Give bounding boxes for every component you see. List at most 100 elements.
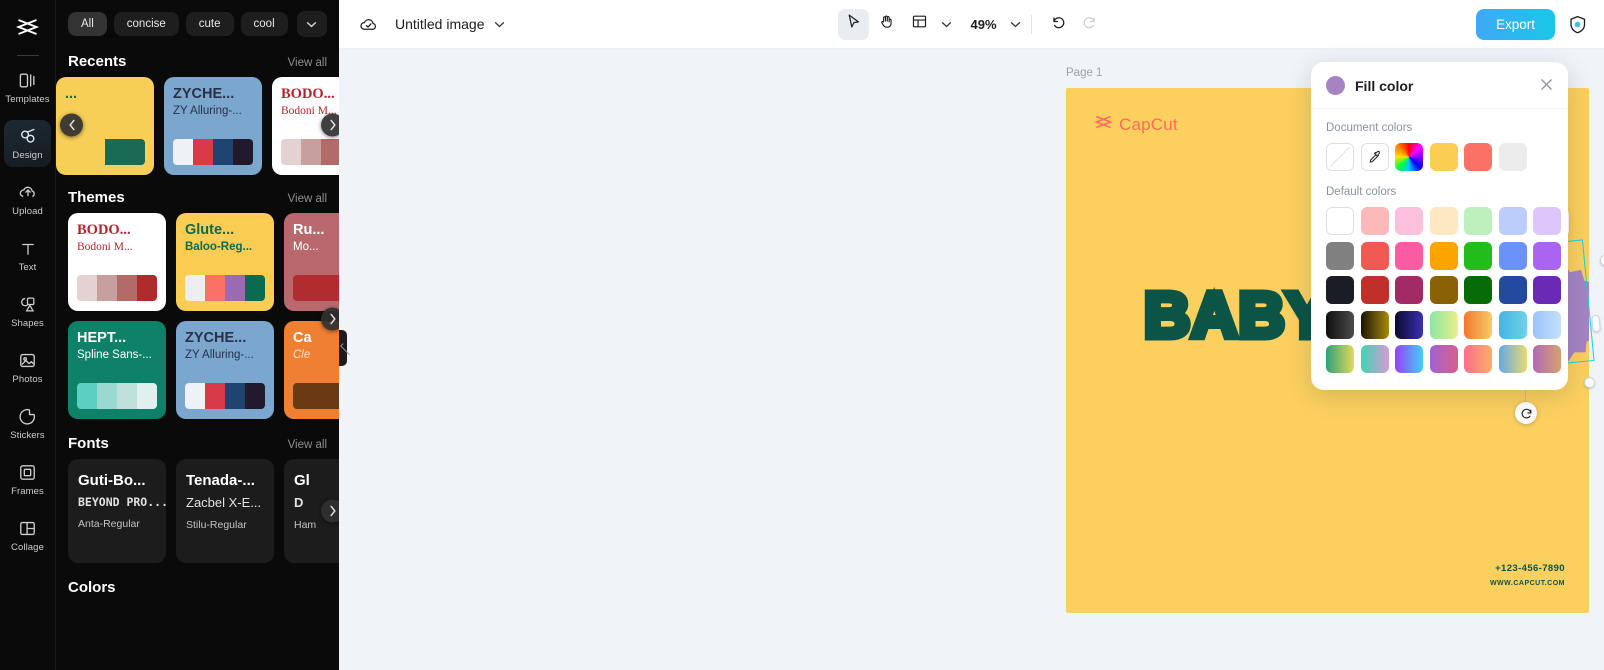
font-card-line3: Anta-Regular [78,518,140,530]
color-swatch[interactable] [1429,241,1458,270]
color-swatch[interactable] [1498,241,1527,270]
color-swatch[interactable] [1464,276,1492,304]
recents-view-all-link[interactable]: View all [288,57,327,69]
shield-icon[interactable] [1567,14,1588,35]
gradient-swatch[interactable] [1429,345,1458,373]
selection-handle-top-right[interactable] [1600,255,1604,266]
chevron-right-icon[interactable] [321,307,339,331]
yellow-swatch[interactable] [1429,143,1458,171]
gradient-swatch[interactable] [1360,345,1389,373]
color-swatch[interactable] [1360,276,1389,304]
theme-card[interactable]: HEPT... Spline Sans-... [68,321,166,419]
recent-card[interactable]: ZYCHE... ZY Alluring-... [164,77,262,175]
chevron-left-icon[interactable] [60,113,83,137]
sidebar-item-frames[interactable]: Frames [4,456,51,503]
color-swatch[interactable] [1533,207,1561,235]
rotate-icon[interactable] [1515,402,1537,424]
gradient-swatch[interactable] [1395,310,1423,339]
chevron-down-icon[interactable] [940,21,951,28]
chevron-down-icon[interactable] [296,11,327,37]
hand-tool-button[interactable] [870,9,901,40]
color-swatch[interactable] [1395,241,1423,270]
close-icon[interactable] [1540,78,1553,94]
color-swatch[interactable] [1429,276,1458,304]
font-card[interactable]: Guti-Bo... BEYOND PRO... Anta-Regular [68,459,166,563]
gradient-swatch[interactable] [1464,345,1492,373]
color-swatch[interactable] [1395,207,1423,235]
sidebar-item-upload[interactable]: Upload [4,176,51,223]
gradient-swatch[interactable] [1533,310,1561,339]
font-card[interactable]: Tenada-... Zacbel X-E... Stilu-Regular [176,459,274,563]
color-swatch[interactable] [1533,241,1561,270]
color-swatch[interactable] [1429,207,1458,235]
chevron-right-icon[interactable] [321,113,339,137]
fonts-view-all-link[interactable]: View all [288,439,327,451]
redo-button[interactable] [1075,9,1106,40]
gradient-swatch[interactable] [1533,345,1561,373]
undo-button[interactable] [1042,9,1073,40]
selection-handle-bottom-right[interactable] [1584,377,1595,388]
chip-cool[interactable]: cool [240,12,288,36]
gradient-swatch[interactable] [1429,310,1458,339]
gradient-swatch[interactable] [1464,310,1492,339]
color-swatch[interactable] [1464,241,1492,270]
card-subtitle: Spline Sans-... [77,349,152,362]
theme-card[interactable]: Ru... Mo... [284,213,339,311]
cloud-saved-icon[interactable] [355,11,381,37]
color-wheel-swatch[interactable] [1395,143,1423,171]
sidebar-item-design[interactable]: Design [4,120,51,167]
app-root: Templates Design Upload Text Shapes Phot… [0,0,1604,670]
gradient-swatch[interactable] [1360,310,1389,339]
sidebar-item-photos[interactable]: Photos [4,344,51,391]
coral-swatch[interactable] [1464,143,1492,171]
color-swatch[interactable] [1360,207,1389,235]
color-swatch[interactable] [1464,207,1492,235]
chevron-down-icon[interactable] [494,21,505,28]
gradient-swatch[interactable] [1326,345,1354,373]
selection-handle-right-center[interactable] [1591,314,1601,333]
zoom-level-value[interactable]: 49% [963,17,1003,32]
color-swatch[interactable] [1326,276,1354,304]
sidebar-item-stickers[interactable]: Stickers [4,400,51,447]
sidebar-item-text[interactable]: Text [4,232,51,279]
gradient-swatch[interactable] [1498,310,1527,339]
chip-all[interactable]: All [68,12,107,36]
panel-collapse-icon[interactable] [339,330,347,366]
card-title: ZYCHE... [173,87,235,102]
sidebar-item-collage[interactable]: Collage [4,512,51,559]
theme-card[interactable]: Glute... Baloo-Reg... [176,213,274,311]
light-gray-swatch[interactable] [1498,143,1527,171]
gradient-swatch[interactable] [1498,345,1527,373]
sidebar-item-label: Text [18,261,37,273]
color-swatch[interactable] [1498,276,1527,304]
sidebar-item-shapes[interactable]: Shapes [4,288,51,335]
select-tool-button[interactable] [837,8,869,40]
left-icon-rail: Templates Design Upload Text Shapes Phot… [0,0,55,670]
gradient-swatch[interactable] [1326,310,1354,339]
theme-card[interactable]: BODO... Bodoni M... [68,213,166,311]
sidebar-item-templates[interactable]: Templates [4,64,51,111]
gradient-swatch[interactable] [1395,345,1423,373]
document-title[interactable]: Untitled image [395,16,485,32]
color-swatch[interactable] [1326,241,1354,270]
chip-concise[interactable]: concise [113,12,179,36]
themes-view-all-link[interactable]: View all [288,193,327,205]
color-swatch[interactable] [1533,276,1561,304]
capcut-logo-icon[interactable] [8,8,48,48]
chip-cute[interactable]: cute [185,12,234,36]
sidebar-item-label: Photos [12,373,43,385]
color-swatch[interactable] [1326,207,1354,235]
current-fill-swatch[interactable] [1326,76,1345,95]
chevron-down-icon[interactable] [1010,21,1021,28]
color-swatch[interactable] [1498,207,1527,235]
theme-card[interactable]: Ca Cle [284,321,339,419]
fill-panel-title: Fill color [1355,77,1414,94]
transparent-swatch[interactable] [1326,143,1354,171]
color-swatch[interactable] [1360,241,1389,270]
eyedropper-swatch[interactable] [1360,143,1389,171]
color-swatch[interactable] [1395,276,1423,304]
chevron-right-icon[interactable] [321,499,339,523]
theme-card[interactable]: ZYCHE... ZY Alluring-... [176,321,274,419]
export-button[interactable]: Export [1475,8,1555,40]
layout-tool-button[interactable] [903,9,934,40]
